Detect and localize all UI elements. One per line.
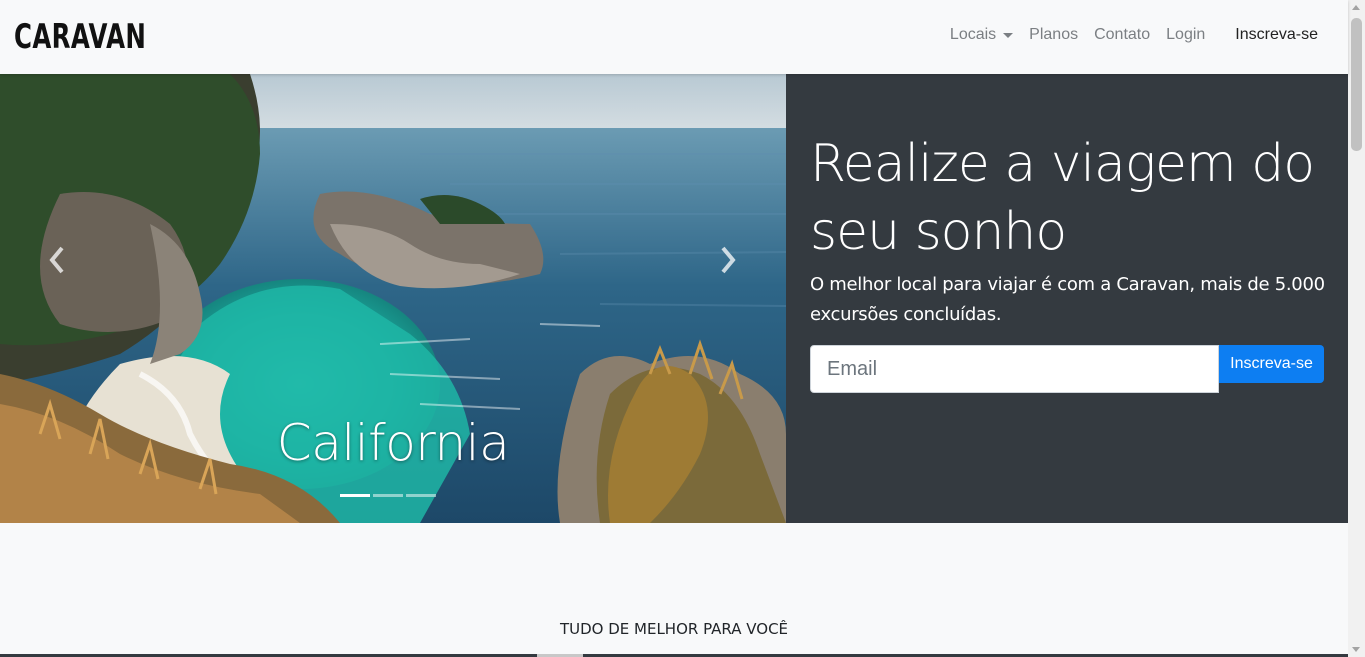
carousel-prev-control[interactable]: [46, 244, 70, 276]
carousel-caption: California: [276, 414, 510, 472]
carousel-next-control[interactable]: [715, 244, 739, 276]
brand-logo[interactable]: CARAVAN: [14, 17, 146, 57]
nav-links: Locais Planos Contato Login Inscreva-se: [950, 26, 1318, 44]
signup-text: O melhor local para viajar é com a Carav…: [810, 274, 1325, 325]
nav-item-contato[interactable]: Contato: [1094, 26, 1150, 44]
page-scrollbar[interactable]: [1348, 0, 1365, 657]
scroll-down-arrow-icon[interactable]: [1352, 647, 1360, 652]
signup-title: Realize a viagem do seu sonho: [810, 134, 1315, 262]
nav-item-locais[interactable]: Locais: [949, 26, 1014, 44]
carousel-indicator[interactable]: [406, 494, 436, 497]
nav-signup-link[interactable]: Inscreva-se: [1235, 26, 1318, 44]
nav-item-label: Locais: [949, 26, 997, 43]
caret-down-icon: [1003, 32, 1014, 38]
navbar: CARAVAN Locais Planos Contato Login Insc…: [0, 0, 1348, 74]
scrollbar-thumb[interactable]: [1351, 18, 1362, 151]
signup-panel: Realize a viagem do seu sonho O melhor l…: [786, 74, 1348, 523]
email-input[interactable]: [810, 345, 1219, 393]
carousel-indicator[interactable]: [373, 494, 403, 497]
scroll-up-arrow-icon[interactable]: [1352, 5, 1360, 10]
chevron-left-icon: [49, 246, 64, 274]
chevron-right-icon: [721, 246, 736, 274]
hero: California Realize a viagem do seu sonho…: [0, 74, 1348, 523]
nav-item-login[interactable]: Login: [1166, 26, 1205, 44]
carousel-indicators: [340, 494, 439, 497]
subscribe-button[interactable]: Inscreva-se: [1219, 345, 1324, 383]
nav-item-planos[interactable]: Planos: [1029, 26, 1078, 44]
section-heading: TUDO DE MELHOR PARA VOCÊ: [559, 620, 789, 638]
carousel-indicator[interactable]: [340, 494, 370, 497]
carousel: California: [0, 74, 786, 523]
